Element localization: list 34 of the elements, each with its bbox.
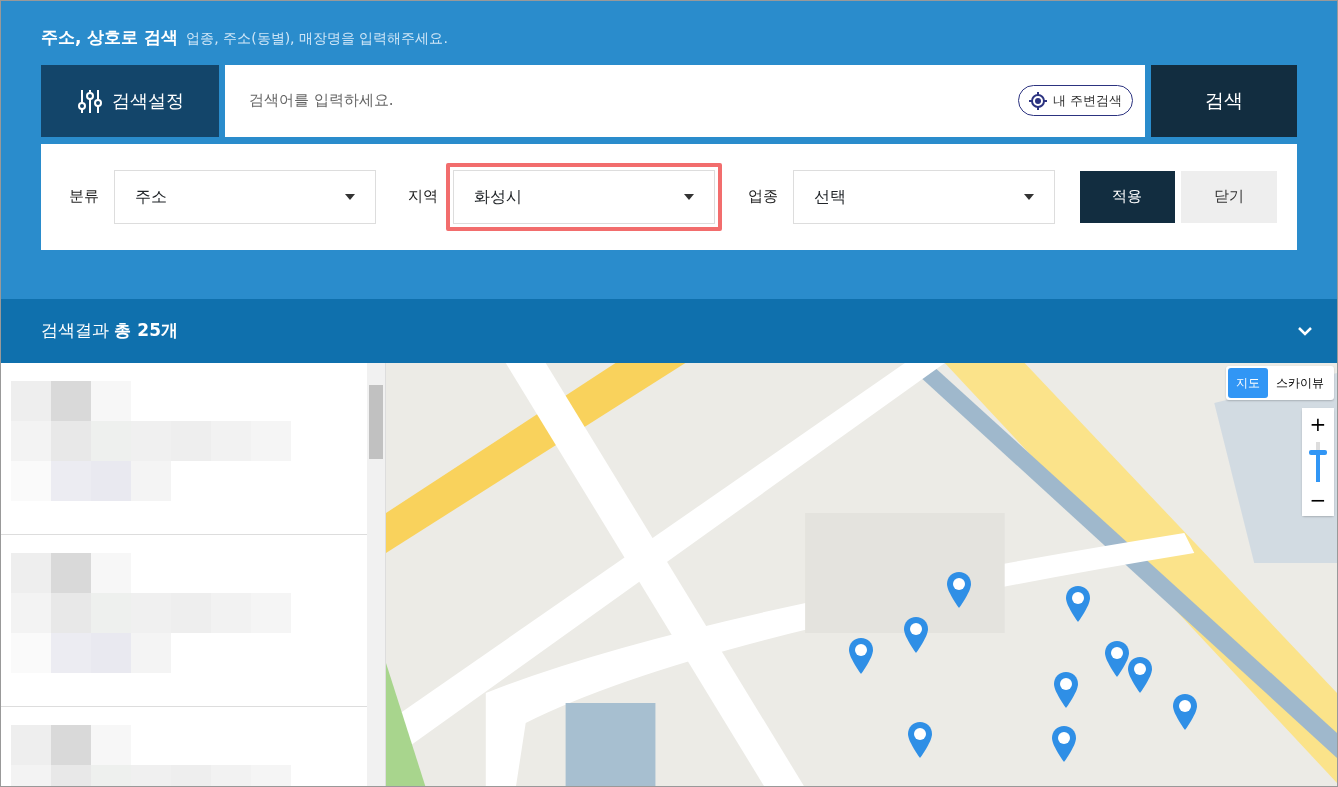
map-pin-icon[interactable] [1053,671,1079,709]
close-button[interactable]: 닫기 [1181,170,1277,223]
caret-icon [344,193,355,200]
search-field[interactable]: 검색어를 입력하세요. 내 주변검색 [225,64,1145,137]
zoom-in-button[interactable]: + [1302,408,1334,440]
filter-dropdown[interactable]: 주소 [113,169,376,224]
search-hint: 업종, 주소(동별), 매장명을 입력해주세요. [186,30,448,46]
map-pin-icon[interactable] [1172,693,1198,731]
caret-icon [1023,193,1034,200]
apply-button[interactable]: 적용 [1079,170,1176,223]
filter-dropdown[interactable]: 선택 [792,169,1055,224]
nearby-search-button[interactable]: 내 주변검색 [1017,84,1133,117]
search-button[interactable]: 검색 [1151,64,1297,137]
map-pin-icon[interactable] [848,637,874,675]
results-count: 검색결과 총 25개 [41,319,178,343]
search-settings-button[interactable]: 검색설정 [41,64,219,137]
caret-icon [684,193,695,200]
zoom-out-button[interactable]: − [1302,484,1334,516]
chevron-icon [1297,326,1313,336]
scrollbar[interactable] [367,363,385,786]
map-pin-icon[interactable] [907,721,933,759]
map-pin-icon[interactable] [1104,640,1130,678]
filter-label: 분류 [67,186,100,208]
filter-dropdown[interactable]: 화성시 [453,169,716,224]
map-pin-icon[interactable] [903,616,929,654]
target-icon [1028,91,1047,110]
map-pin-icon[interactable] [946,571,972,609]
filter-label: 지역 [407,186,440,208]
search-title: 주소, 상호로 검색 [41,27,179,47]
map-pin-icon[interactable] [1051,725,1077,763]
filter-label: 업종 [746,186,779,208]
map-pin-icon[interactable] [1065,585,1091,623]
map-pin-icon[interactable] [1127,656,1153,694]
results-bar[interactable]: 검색결과 총 25개 [1,299,1337,363]
